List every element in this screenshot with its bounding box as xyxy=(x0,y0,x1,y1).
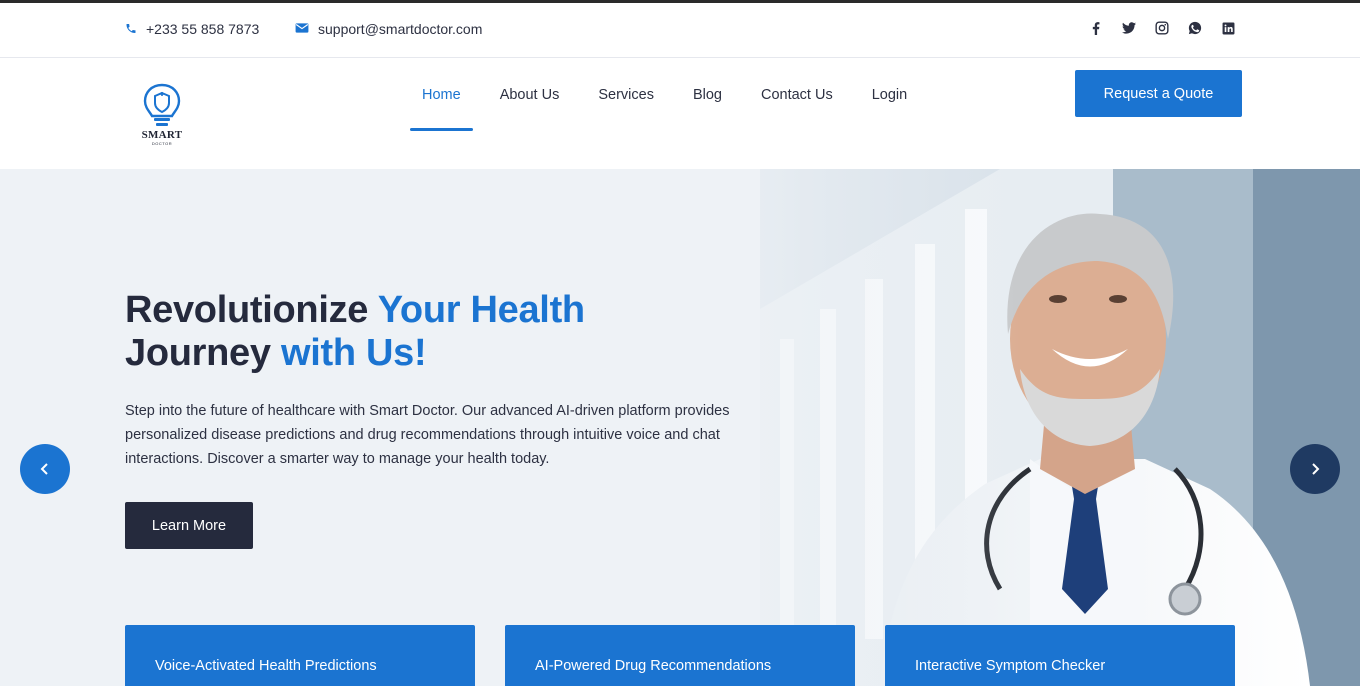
hero-title-part-1: Revolutionize xyxy=(125,289,378,331)
smart-doctor-logo[interactable]: SMART DOCTOR xyxy=(138,82,186,150)
logo-wordmark: SMART xyxy=(141,129,183,141)
envelope-icon xyxy=(295,22,311,36)
feature-card[interactable]: AI-Powered Drug Recommendations xyxy=(505,625,855,686)
hero-title-highlight-2: with Us! xyxy=(280,332,427,374)
facebook-icon[interactable] xyxy=(1088,20,1104,36)
hero-title-part-2: Journey xyxy=(125,332,281,374)
feature-card-title: Interactive Symptom Checker xyxy=(915,658,1106,674)
slider-prev-button[interactable] xyxy=(20,444,70,494)
nav-item-services[interactable]: Services xyxy=(598,58,654,169)
top-bar: +233 55 858 7873 support@smartdoctor.com xyxy=(0,3,1360,58)
lightbulb-shield-icon xyxy=(143,83,181,126)
instagram-icon[interactable] xyxy=(1154,20,1170,36)
social-links xyxy=(1088,20,1236,36)
learn-more-button[interactable]: Learn More xyxy=(125,502,253,549)
nav-item-blog[interactable]: Blog xyxy=(693,58,722,169)
main-nav: Home About Us Services Blog Contact Us L… xyxy=(410,58,946,169)
main-header: SMART DOCTOR Home About Us Services Blog… xyxy=(0,58,1360,169)
hero-title-highlight-1: Your Health xyxy=(377,289,585,331)
feature-card[interactable]: Voice-Activated Health Predictions xyxy=(125,625,475,686)
linkedin-icon[interactable] xyxy=(1220,20,1236,36)
chevron-left-icon xyxy=(40,463,48,475)
slider-next-button[interactable] xyxy=(1290,444,1340,494)
whatsapp-icon[interactable] xyxy=(1187,20,1203,36)
email-address: support@smartdoctor.com xyxy=(318,21,483,37)
nav-item-login[interactable]: Login xyxy=(872,58,907,169)
hero-title: Revolutionize Your Health Journey with U… xyxy=(125,289,765,375)
nav-item-contact-us[interactable]: Contact Us xyxy=(761,58,833,169)
feature-card-title: AI-Powered Drug Recommendations xyxy=(535,658,772,674)
phone-number: +233 55 858 7873 xyxy=(146,21,260,37)
nav-item-about-us[interactable]: About Us xyxy=(500,58,560,169)
logo-subtitle: DOCTOR xyxy=(151,141,173,146)
hero-slider: Revolutionize Your Health Journey with U… xyxy=(0,169,1360,686)
nav-item-home[interactable]: Home xyxy=(410,58,473,169)
feature-card[interactable]: Interactive Symptom Checker xyxy=(885,625,1235,686)
chevron-right-icon xyxy=(1312,463,1320,475)
email-contact[interactable]: support@smartdoctor.com xyxy=(295,21,482,37)
phone-icon xyxy=(125,22,139,36)
twitter-icon[interactable] xyxy=(1121,20,1137,36)
phone-contact[interactable]: +233 55 858 7873 xyxy=(125,21,259,37)
request-quote-button[interactable]: Request a Quote xyxy=(1075,70,1242,117)
hero-description: Step into the future of healthcare with … xyxy=(125,403,730,467)
feature-card-title: Voice-Activated Health Predictions xyxy=(155,658,377,674)
